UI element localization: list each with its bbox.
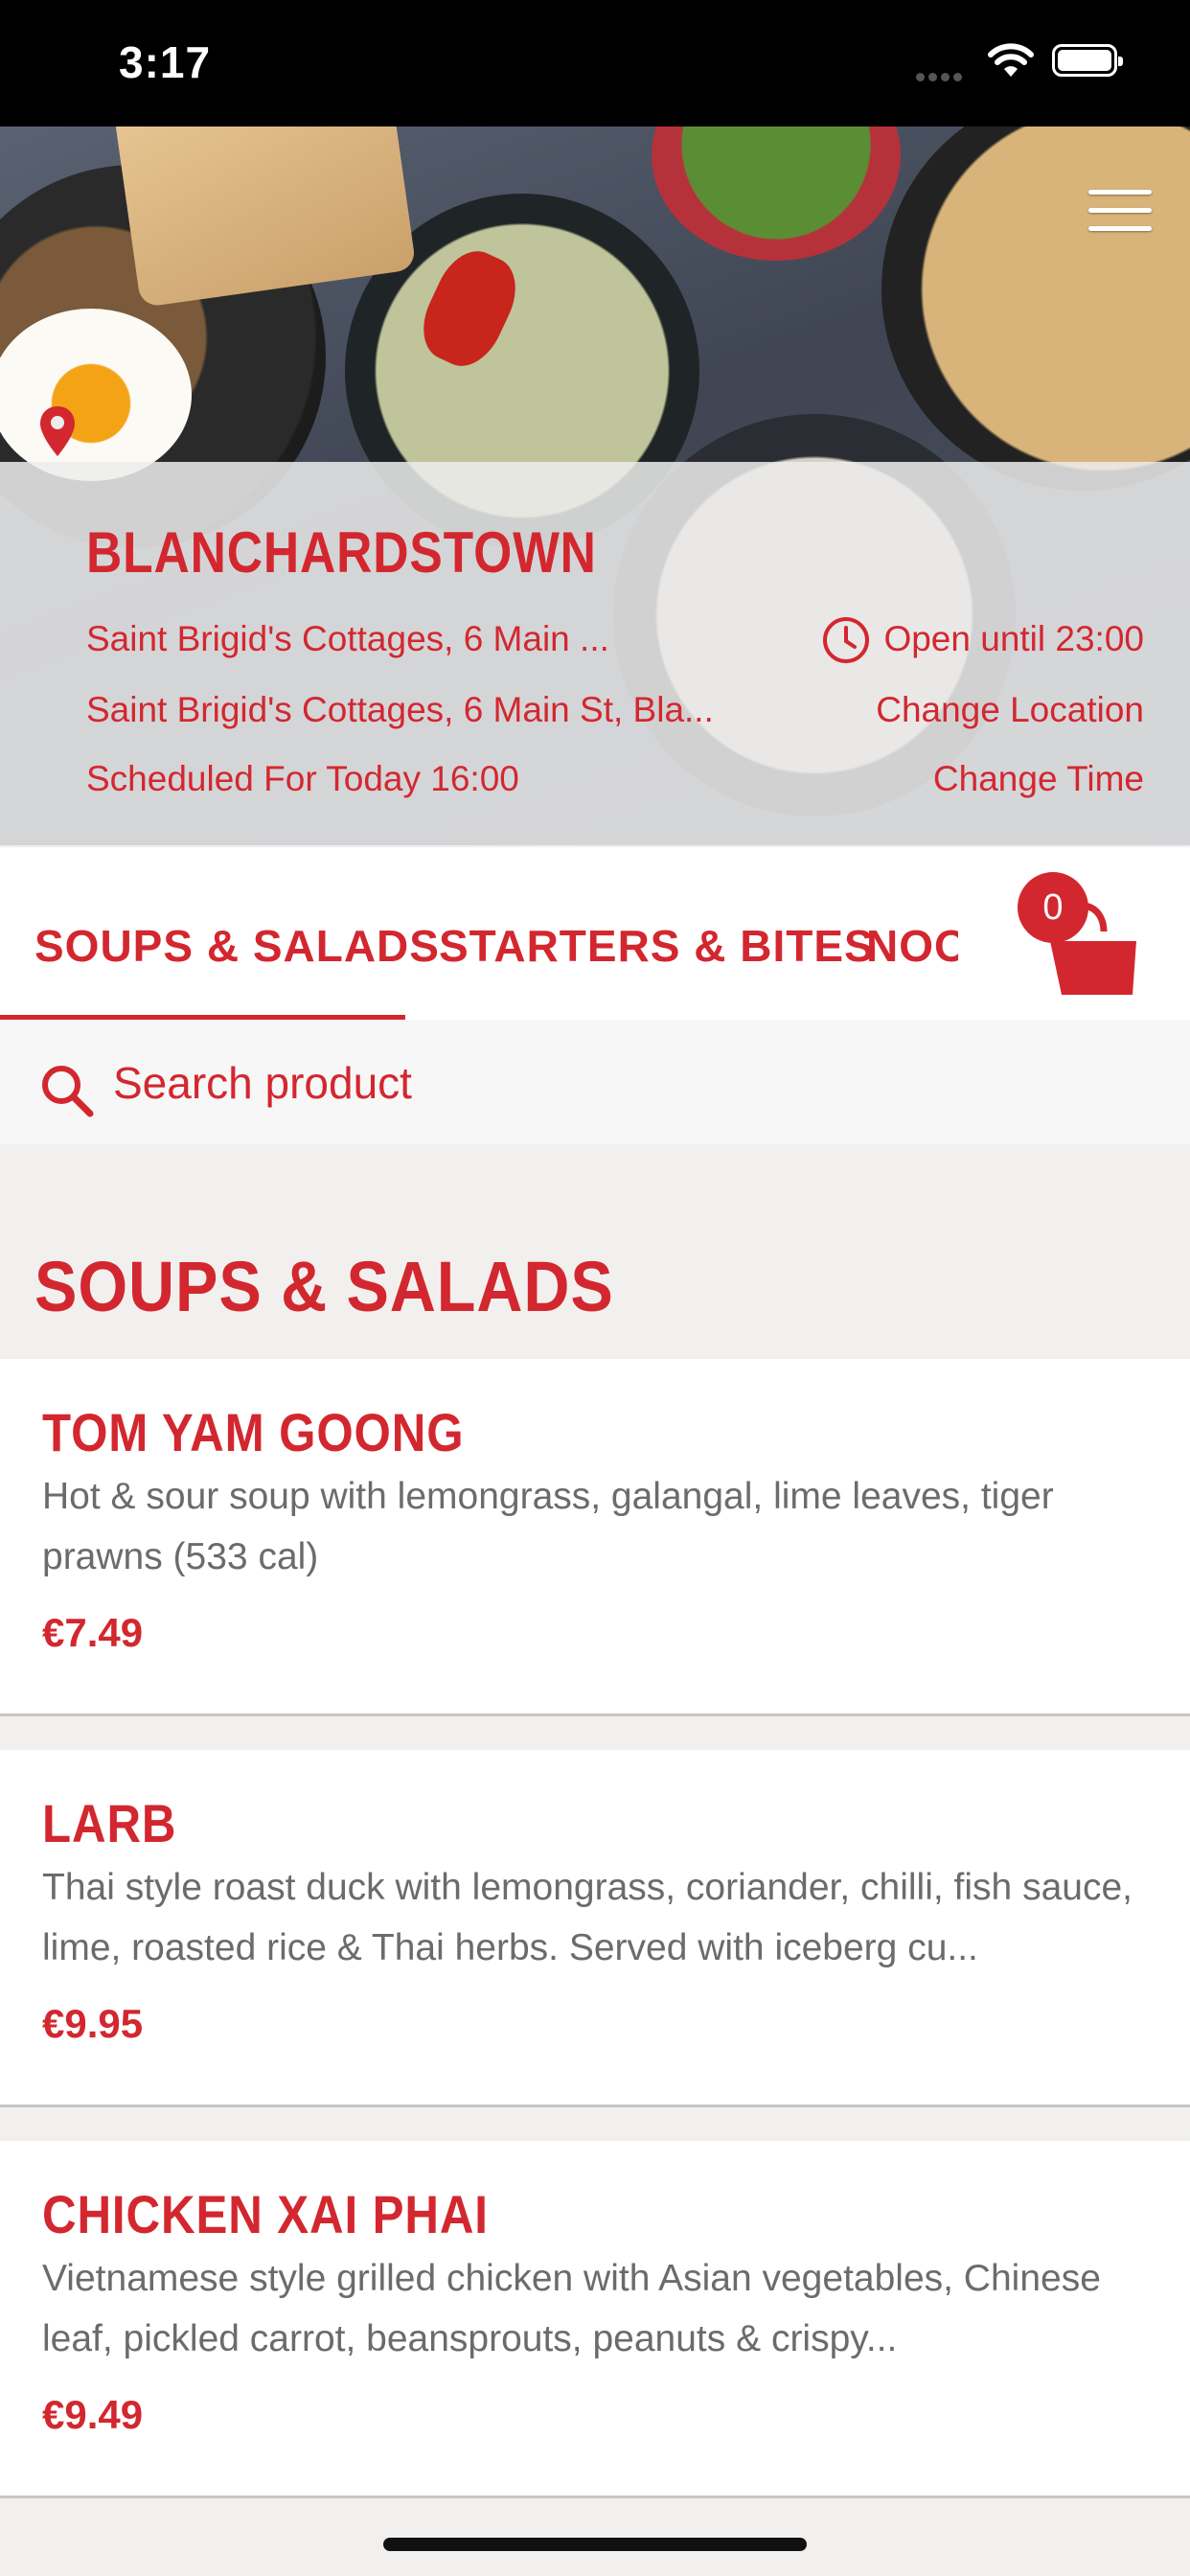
product-price: €7.49 bbox=[42, 1610, 144, 1655]
product-price: €9.95 bbox=[42, 2001, 144, 2046]
change-location-link[interactable]: Change Location bbox=[876, 690, 1144, 730]
category-tabs: SOUPS & SALADS STARTERS & BITES NOODLES bbox=[0, 847, 1190, 1020]
menu-icon[interactable] bbox=[1088, 190, 1152, 244]
product-card[interactable]: LARB Thai style roast duck with lemongra… bbox=[0, 1750, 1190, 2107]
store-address-full[interactable]: Saint Brigid's Cottages, 6 Main St, Bla.… bbox=[86, 690, 714, 730]
product-description: Vietnamese style grilled chicken with As… bbox=[42, 2258, 1101, 2359]
tab-starters-bites[interactable]: STARTERS & BITES bbox=[439, 920, 875, 972]
store-name: BLANCHARDSTOWN bbox=[86, 520, 597, 585]
battery-icon bbox=[1052, 44, 1123, 77]
status-time: 3:17 bbox=[119, 37, 212, 87]
home-indicator[interactable] bbox=[383, 2538, 807, 2551]
search-input[interactable] bbox=[111, 1050, 977, 1116]
product-name: TOM YAM GOONG bbox=[42, 1402, 465, 1462]
status-bar: 3:17 bbox=[0, 0, 1190, 126]
change-time-link[interactable]: Change Time bbox=[933, 759, 1144, 799]
cellular-signal-icon bbox=[916, 69, 966, 86]
product-price: €9.49 bbox=[42, 2392, 144, 2437]
store-hours: Open until 23:00 bbox=[883, 619, 1144, 658]
product-description: Thai style roast duck with lemongrass, c… bbox=[42, 1867, 1133, 1968]
hero-banner: BLANCHARDSTOWN Saint Brigid's Cottages, … bbox=[0, 126, 1190, 845]
store-info-panel: BLANCHARDSTOWN Saint Brigid's Cottages, … bbox=[0, 406, 1190, 845]
section-title: SOUPS & SALADS bbox=[34, 1247, 614, 1326]
search-icon bbox=[42, 1066, 94, 1117]
food-image bbox=[652, 126, 901, 261]
scheduled-time: Scheduled For Today 16:00 bbox=[86, 759, 519, 798]
product-description: Hot & sour soup with lemongrass, galanga… bbox=[42, 1476, 1054, 1577]
wifi-icon bbox=[988, 43, 1034, 77]
food-image bbox=[881, 126, 1190, 491]
product-card[interactable]: TOM YAM GOONG Hot & sour soup with lemon… bbox=[0, 1359, 1190, 1716]
product-card[interactable]: CHICKEN XAI PHAI Vietnamese style grille… bbox=[0, 2141, 1190, 2498]
product-name: CHICKEN XAI PHAI bbox=[42, 2184, 489, 2244]
store-address-short: Saint Brigid's Cottages, 6 Main ... bbox=[86, 619, 609, 658]
tab-soups-salads[interactable]: SOUPS & SALADS bbox=[34, 920, 440, 972]
clock-icon bbox=[823, 617, 869, 663]
search-bar bbox=[0, 1020, 1190, 1144]
cart-count-badge[interactable]: 0 bbox=[1018, 872, 1088, 943]
location-pin-icon bbox=[40, 406, 75, 456]
product-name: LARB bbox=[42, 1793, 177, 1853]
